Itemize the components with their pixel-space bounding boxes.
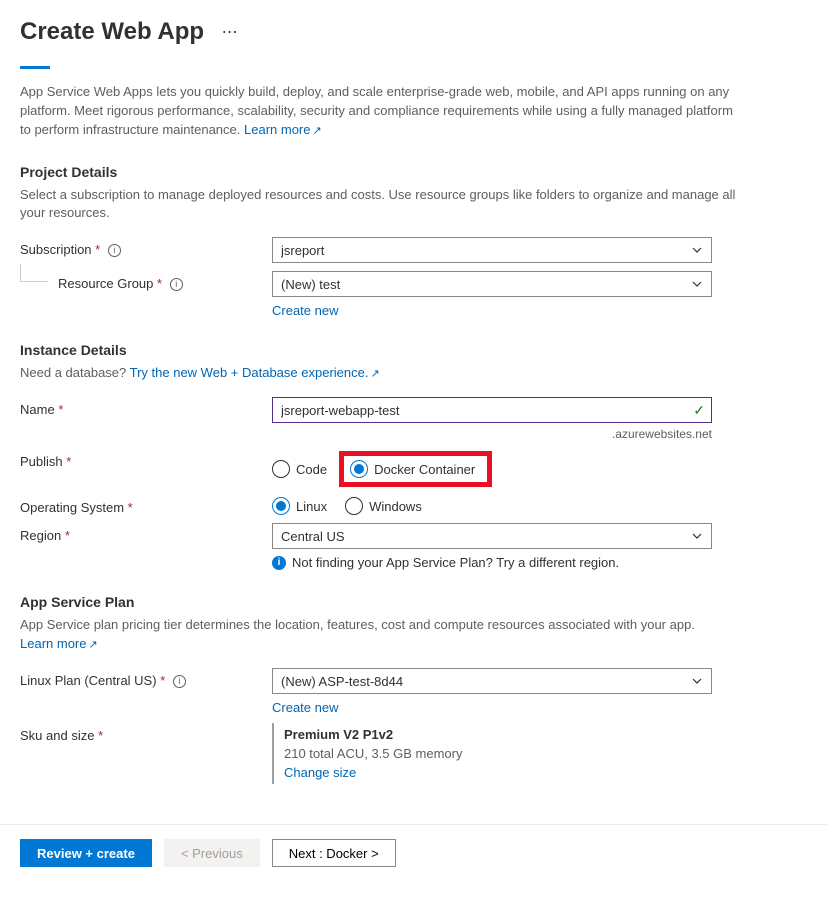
domain-suffix: .azurewebsites.net [272,427,712,441]
check-icon: ✓ [693,402,705,419]
region-hint: i Not finding your App Service Plan? Try… [272,555,712,570]
linux-plan-label: Linux Plan (Central US) * i [20,668,272,688]
publish-option-docker[interactable]: Docker Container [350,460,475,478]
info-icon[interactable]: i [173,675,186,688]
publish-label: Publish * [20,449,272,469]
name-label: Name * [20,397,272,417]
sku-title: Premium V2 P1v2 [284,727,712,742]
plan-learn-more-link[interactable]: Learn more↗ [20,636,98,651]
intro-body: App Service Web Apps lets you quickly bu… [20,84,733,137]
info-icon[interactable]: i [108,244,121,257]
name-input[interactable] [273,398,687,422]
section-project-details: Project Details [20,164,807,180]
region-select[interactable]: Central US [272,523,712,549]
section-app-service-plan: App Service Plan [20,594,807,610]
previous-button: < Previous [164,839,260,867]
region-label: Region * [20,523,272,543]
subscription-select[interactable]: jsreport [272,237,712,263]
info-bubble-icon: i [272,556,286,570]
radio-icon [345,497,363,515]
learn-more-link[interactable]: Learn more↗ [244,122,322,137]
highlight-annotation: Docker Container [339,451,492,487]
plan-desc: App Service plan pricing tier determines… [20,616,740,654]
external-link-icon: ↗ [312,125,321,137]
section-instance-details: Instance Details [20,342,807,358]
linux-plan-select[interactable]: (New) ASP-test-8d44 [272,668,712,694]
radio-icon [350,460,368,478]
more-icon[interactable]: ⋯ [222,22,240,42]
web-database-link[interactable]: Try the new Web + Database experience.↗ [130,365,380,380]
radio-icon [272,460,290,478]
tab-underline [20,66,50,69]
instance-db-prompt: Need a database? Try the new Web + Datab… [20,364,740,383]
resource-group-label: Resource Group * i [20,271,272,291]
sku-box: Premium V2 P1v2 210 total ACU, 3.5 GB me… [272,723,712,784]
radio-icon [272,497,290,515]
change-size-link[interactable]: Change size [284,765,356,780]
sku-label: Sku and size * [20,723,272,743]
os-option-linux[interactable]: Linux [272,497,327,515]
project-details-desc: Select a subscription to manage deployed… [20,186,740,224]
resource-group-select[interactable]: (New) test [272,271,712,297]
create-new-plan-link[interactable]: Create new [272,700,338,715]
external-link-icon: ↗ [370,368,379,380]
footer-bar: Review + create < Previous Next : Docker… [0,824,827,881]
external-link-icon: ↗ [88,639,97,651]
info-icon[interactable]: i [170,278,183,291]
review-create-button[interactable]: Review + create [20,839,152,867]
intro-text: App Service Web Apps lets you quickly bu… [20,83,740,140]
subscription-label: Subscription * i [20,237,272,257]
create-new-rg-link[interactable]: Create new [272,303,338,318]
next-button[interactable]: Next : Docker > [272,839,396,867]
sku-desc: 210 total ACU, 3.5 GB memory [284,746,712,761]
os-option-windows[interactable]: Windows [345,497,422,515]
os-label: Operating System * [20,495,272,515]
page-title: Create Web App [20,18,204,46]
publish-option-code[interactable]: Code [272,460,327,478]
